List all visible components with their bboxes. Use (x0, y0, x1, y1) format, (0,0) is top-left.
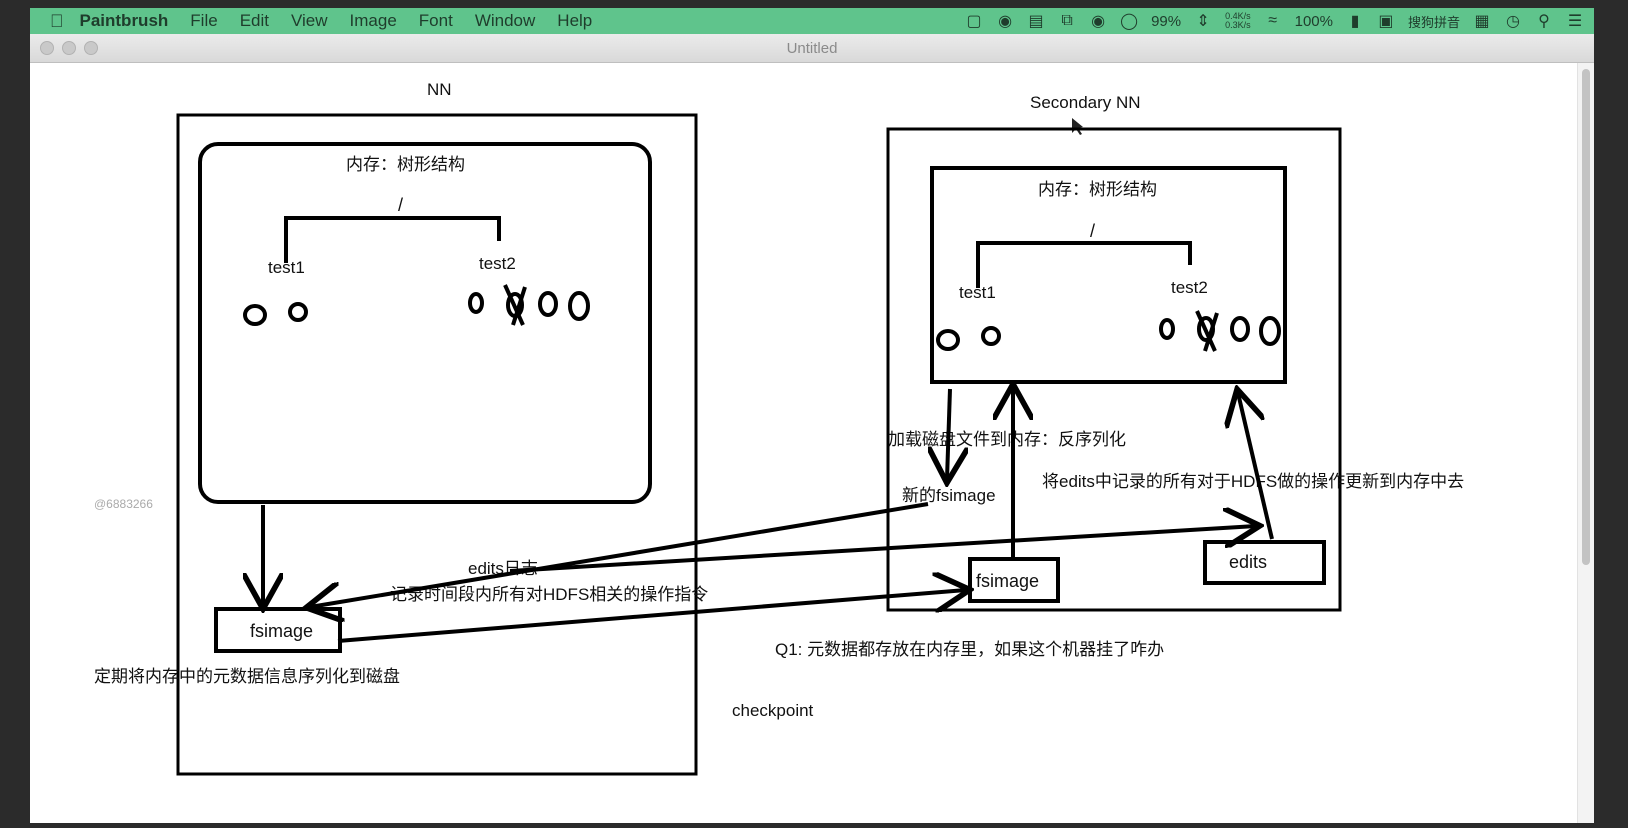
serialize-text: 定期将内存中的元数据信息序列化到磁盘 (94, 667, 400, 686)
apple-icon[interactable]:  (50, 11, 64, 32)
menu-help[interactable]: Help (557, 11, 592, 31)
display-icon[interactable]: ▤ (1027, 11, 1045, 31)
drawing-canvas[interactable]: NN 内存：树形结构 / test1 test2 fsimage 定期将内存中的… (30, 63, 1578, 823)
window-title: Untitled (786, 40, 838, 57)
input-method[interactable]: 搜狗拼音 (1408, 12, 1460, 31)
keyboard-icon[interactable]: ▦ (1473, 11, 1491, 31)
nn-root-label: / (398, 195, 403, 215)
battery-icon[interactable]: ▮ (1346, 11, 1364, 31)
battery-percent: 100% (1294, 12, 1333, 30)
net-down: 0.3K/s (1225, 20, 1251, 30)
battery-small-percent: 99% (1151, 12, 1182, 30)
network-speed: 0.4K/s 0.3K/s (1225, 12, 1251, 30)
nn-title: NN (427, 80, 452, 99)
snn-root-label: / (1090, 221, 1095, 241)
search-icon[interactable]: ⚲ (1535, 11, 1553, 31)
mouse-cursor-icon (1072, 118, 1083, 135)
update-text: 将edits中记录的所有对于HDFS做的操作更新到内存中去 (1042, 472, 1464, 491)
snn-fsimage-label: fsimage (976, 571, 1039, 591)
q1-text: Q1: 元数据都存放在内存里，如果这个机器挂了咋办 (775, 640, 1164, 659)
nn-fsimage-label: fsimage (250, 621, 313, 641)
checkpoint-label: checkpoint (732, 701, 814, 720)
nn-memory-label: 内存：树形结构 (346, 155, 465, 174)
copy-icon[interactable]: ⧉ (1058, 12, 1076, 30)
nn-tree-branch (284, 216, 501, 263)
snn-title: Secondary NN (1030, 93, 1141, 112)
menu-view[interactable]: View (291, 11, 328, 31)
circle-icon[interactable]: ◯ (1120, 11, 1138, 31)
watermark: @6883266 (94, 497, 153, 511)
menu-edit[interactable]: Edit (240, 11, 269, 31)
menu-font[interactable]: Font (419, 11, 453, 31)
sogou-icon[interactable]: ▣ (1377, 11, 1395, 31)
nn-memory-box (198, 142, 652, 504)
new-fsimage-label: 新的fsimage (902, 486, 996, 505)
status-area: ▢ ◉ ▤ ⧉ ◉ ◯ 99% ⇕ 0.4K/s 0.3K/s ≈ 100% ▮… (965, 8, 1584, 34)
updown-arrows-icon: ⇕ (1196, 13, 1210, 30)
camera-icon[interactable]: ▢ (965, 11, 983, 31)
snn-memory-box (930, 166, 1287, 384)
menu-window[interactable]: Window (475, 11, 535, 31)
paint-window: Untitled NN 内存：树形结构 / test1 test2 fsimag… (30, 34, 1594, 823)
snn-tree-branch (976, 241, 1192, 288)
nn-test2-label: test2 (479, 254, 516, 273)
app-name-menu[interactable]: Paintbrush (80, 11, 169, 31)
snn-blocks (936, 310, 1281, 352)
diagram-svg: NN 内存：树形结构 / test1 test2 fsimage 定期将内存中的… (94, 80, 1464, 776)
snn-test2-label: test2 (1171, 278, 1208, 297)
app-icon[interactable]: ◉ (1089, 11, 1107, 31)
record-text: 记录时间段内所有对HDFS相关的操作指令 (390, 585, 708, 604)
load-text: 加载磁盘文件到内存：反序列化 (888, 430, 1126, 449)
scrollbar-thumb[interactable] (1582, 69, 1590, 565)
menu-image[interactable]: Image (350, 11, 397, 31)
snn-edits-label: edits (1229, 552, 1267, 572)
elephant-icon[interactable]: ◉ (996, 11, 1014, 31)
nn-blocks (243, 284, 590, 326)
wifi-icon[interactable]: ≈ (1264, 12, 1282, 30)
snn-test1-label: test1 (959, 283, 996, 302)
nn-test1-label: test1 (268, 258, 305, 277)
list-icon[interactable]: ☰ (1566, 11, 1584, 31)
title-bar: Untitled (30, 34, 1594, 63)
clock-icon[interactable]: ◷ (1504, 11, 1522, 31)
vertical-scrollbar[interactable] (1577, 63, 1594, 823)
snn-memory-label: 内存：树形结构 (1038, 180, 1157, 199)
menu-file[interactable]: File (190, 11, 217, 31)
menu-bar:  Paintbrush File Edit View Image Font W… (30, 8, 1594, 34)
